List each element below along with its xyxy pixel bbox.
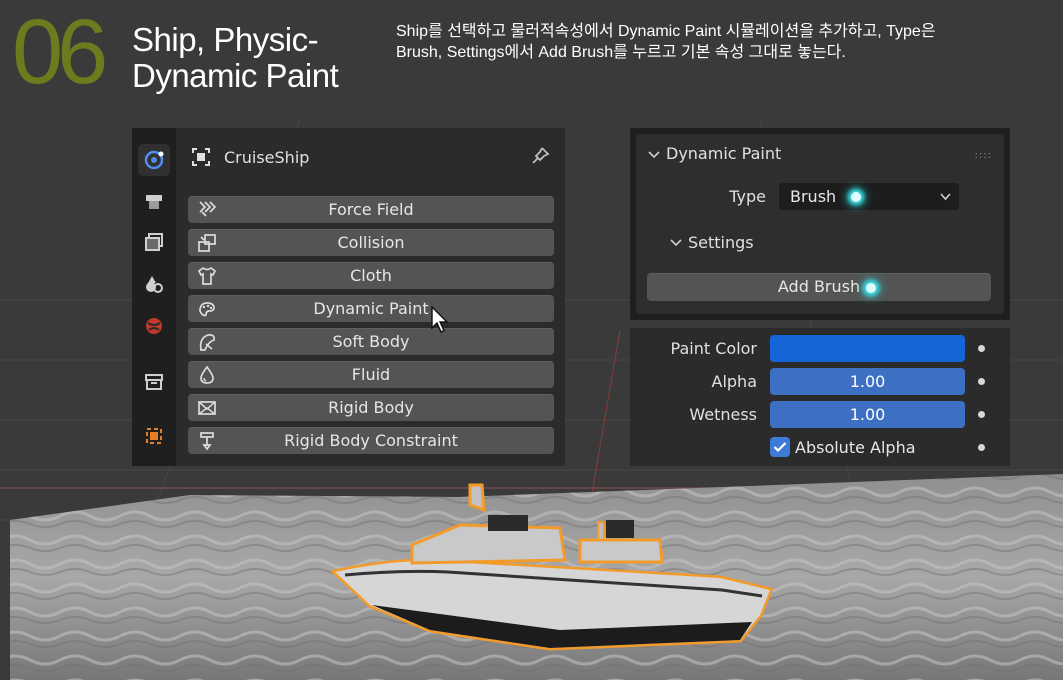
alpha-field[interactable]: 1.00: [770, 368, 965, 395]
soft-body-label: Soft Body: [332, 332, 410, 351]
dynamic-paint-label: Dynamic Paint: [313, 299, 429, 318]
chevron-down-icon: [940, 193, 951, 201]
step-description: Ship를 선택하고 물러적속성에서 Dynamic Paint 시뮬레이션을 …: [396, 21, 1046, 63]
dynamic-paint-button[interactable]: Dynamic Paint: [188, 295, 554, 322]
highlight-dot-icon: [851, 192, 861, 202]
output-tab-icon[interactable]: [138, 226, 170, 258]
world-tab-icon[interactable]: [138, 310, 170, 342]
keyframe-dot-icon[interactable]: [978, 411, 985, 418]
scene-tab-icon[interactable]: [138, 268, 170, 300]
force-field-button[interactable]: Force Field: [188, 196, 554, 223]
alpha-label: Alpha: [711, 372, 758, 391]
paint-color-label: Paint Color: [670, 339, 757, 358]
object-select-icon: [192, 148, 210, 166]
step-description-line2: Brush, Settings에서 Add Brush를 누르고 기본 속성 그…: [396, 44, 846, 61]
dynamic-paint-panel-body: Dynamic Paint :::: Type Brush Settings A…: [636, 134, 1004, 314]
rigid-body-label: Rigid Body: [328, 398, 414, 417]
step-number: 06: [12, 1, 108, 103]
object-tab-icon[interactable]: [138, 420, 170, 452]
chevron-down-icon[interactable]: [648, 150, 660, 160]
properties-tab-strip: [132, 128, 176, 466]
physics-properties-panel: CruiseShip Force Field Collision Cloth D…: [132, 128, 565, 466]
force-field-label: Force Field: [328, 200, 414, 219]
add-brush-button[interactable]: Add Brush: [647, 273, 991, 301]
mouse-cursor-icon: [431, 306, 449, 333]
brush-properties-panel: Paint Color Alpha 1.00 Wetness 1.00 Abso…: [630, 328, 1010, 466]
type-dropdown-value: Brush: [790, 187, 837, 206]
absolute-alpha-label: Absolute Alpha: [795, 438, 916, 457]
wetness-field[interactable]: 1.00: [770, 401, 965, 428]
fluid-label: Fluid: [351, 365, 391, 384]
object-name-row: CruiseShip: [190, 144, 309, 170]
drag-handle-icon[interactable]: ::::: [975, 150, 992, 161]
soft-body-button[interactable]: Soft Body: [188, 328, 554, 355]
rigid-body-button[interactable]: Rigid Body: [188, 394, 554, 421]
pin-icon[interactable]: [529, 145, 551, 167]
dynamic-paint-panel: Dynamic Paint :::: Type Brush Settings A…: [630, 128, 1010, 320]
type-dropdown[interactable]: Brush: [779, 183, 959, 210]
keyframe-dot-icon[interactable]: [978, 345, 985, 352]
collection-tab-icon[interactable]: [138, 366, 170, 398]
highlight-dot-icon: [866, 283, 876, 293]
step-title-line2: Dynamic Paint: [132, 57, 339, 94]
object-name: CruiseShip: [224, 147, 310, 167]
checkmark-icon: [773, 442, 787, 453]
type-label: Type: [729, 187, 766, 206]
tool-tab-icon[interactable]: [138, 144, 170, 176]
render-tab-icon[interactable]: [138, 186, 170, 218]
step-title-line1: Ship, Physic-: [132, 21, 319, 58]
add-brush-label: Add Brush: [777, 277, 861, 296]
keyframe-dot-icon[interactable]: [978, 444, 985, 451]
collision-label: Collision: [337, 233, 405, 252]
rigid-body-constraint-label: Rigid Body Constraint: [284, 431, 458, 450]
wetness-label: Wetness: [689, 405, 757, 424]
dynamic-paint-title[interactable]: Dynamic Paint: [666, 144, 781, 163]
paint-color-swatch[interactable]: [770, 335, 965, 362]
step-title: Ship, Physic- Dynamic Paint: [132, 21, 339, 94]
settings-subpanel-title[interactable]: Settings: [688, 233, 754, 252]
absolute-alpha-checkbox[interactable]: [770, 437, 790, 457]
step-description-line1: Ship를 선택하고 물러적속성에서 Dynamic Paint 시뮬레이션을 …: [396, 23, 936, 40]
collision-button[interactable]: Collision: [188, 229, 554, 256]
keyframe-dot-icon[interactable]: [978, 378, 985, 385]
cloth-button[interactable]: Cloth: [188, 262, 554, 289]
cloth-label: Cloth: [350, 266, 392, 285]
rigid-body-constraint-button[interactable]: Rigid Body Constraint: [188, 427, 554, 454]
chevron-down-icon[interactable]: [670, 238, 682, 248]
fluid-button[interactable]: Fluid: [188, 361, 554, 388]
